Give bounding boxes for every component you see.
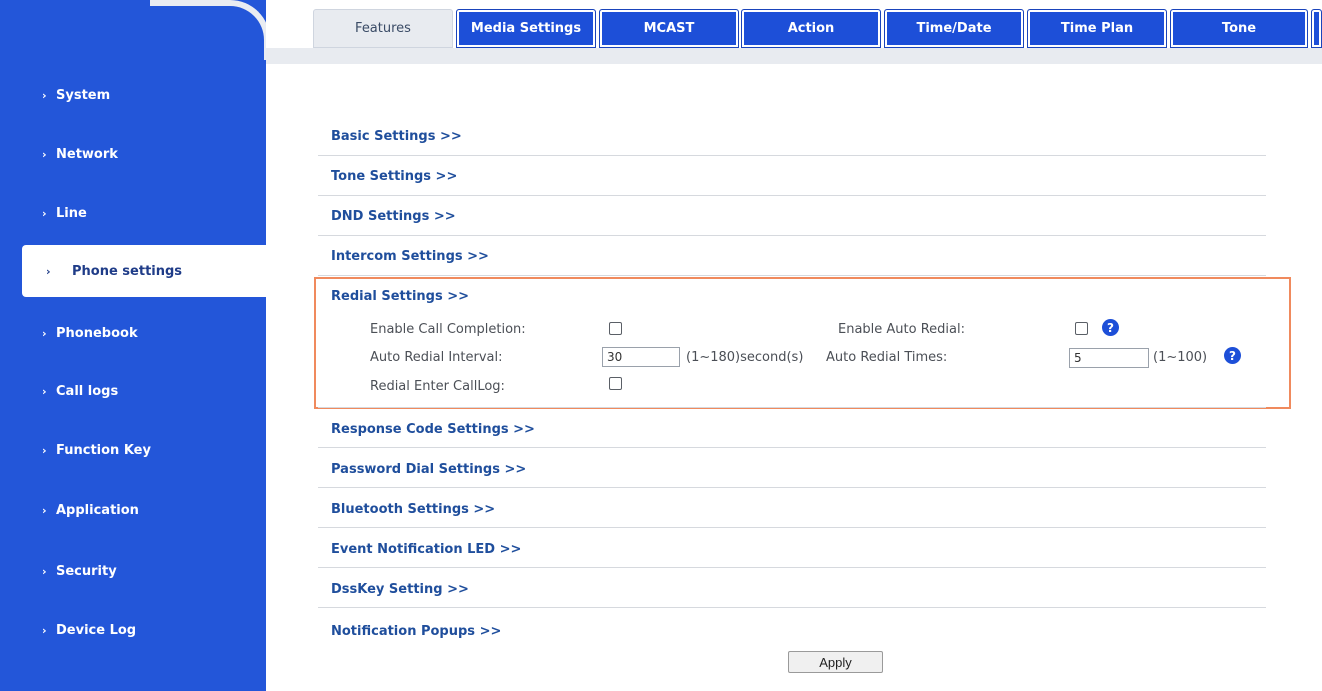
sidebar-item-label: Device Log	[56, 622, 137, 638]
help-icon[interactable]: ?	[1224, 347, 1241, 364]
chevron-right-icon: ›	[42, 147, 47, 161]
divider	[318, 195, 1266, 196]
sidebar-item-line[interactable]: › Line	[0, 187, 266, 239]
auto-redial-interval-label: Auto Redial Interval:	[370, 350, 503, 365]
enable-auto-redial-checkbox[interactable]	[1075, 322, 1088, 335]
chevron-right-icon: ›	[42, 326, 47, 340]
divider	[318, 407, 1266, 408]
sidebar-item-label: Security	[56, 563, 117, 579]
chevron-right-icon: ›	[42, 88, 47, 102]
sidebar-item-call-logs[interactable]: › Call logs	[0, 365, 266, 417]
chevron-right-icon: ›	[42, 623, 47, 637]
divider	[318, 447, 1266, 448]
tab-media-settings[interactable]: Media Settings	[456, 9, 596, 48]
divider	[318, 527, 1266, 528]
divider	[318, 607, 1266, 608]
tone-settings-link[interactable]: Tone Settings >>	[331, 169, 457, 184]
sidebar-item-label: Call logs	[56, 383, 119, 399]
sidebar-item-label: Line	[56, 205, 87, 221]
auto-redial-times-label: Auto Redial Times:	[826, 350, 948, 365]
help-icon[interactable]: ?	[1102, 319, 1119, 336]
sidebar-item-phonebook[interactable]: › Phonebook	[0, 307, 266, 359]
sidebar-item-label: System	[56, 87, 111, 103]
tab-overflow[interactable]	[1311, 9, 1322, 48]
chevron-right-icon: ›	[42, 384, 47, 398]
password-dial-settings-link[interactable]: Password Dial Settings >>	[331, 462, 526, 477]
bluetooth-settings-link[interactable]: Bluetooth Settings >>	[331, 502, 495, 517]
enable-auto-redial-label: Enable Auto Redial:	[838, 322, 965, 337]
redial-settings-link[interactable]: Redial Settings >>	[331, 289, 469, 304]
dsskey-setting-link[interactable]: DssKey Setting >>	[331, 582, 469, 597]
sidebar-item-label: Phonebook	[56, 325, 138, 341]
tab-time-plan[interactable]: Time Plan	[1027, 9, 1167, 48]
sidebar-item-label: Phone settings	[72, 263, 183, 279]
auto-redial-interval-range: (1~180)second(s)	[686, 350, 804, 365]
chevron-right-icon: ›	[42, 443, 47, 457]
sidebar-item-system[interactable]: › System	[0, 69, 266, 121]
divider	[318, 235, 1266, 236]
sidebar-item-function-key[interactable]: › Function Key	[0, 424, 266, 476]
intercom-settings-link[interactable]: Intercom Settings >>	[331, 249, 489, 264]
chevron-right-icon: ›	[42, 206, 47, 220]
basic-settings-link[interactable]: Basic Settings >>	[331, 129, 462, 144]
dnd-settings-link[interactable]: DND Settings >>	[331, 209, 456, 224]
sidebar-corner-decoration	[150, 0, 270, 60]
sidebar-item-security[interactable]: › Security	[0, 545, 266, 597]
chevron-right-icon: ›	[42, 503, 47, 517]
tab-features[interactable]: Features	[313, 9, 453, 48]
divider	[318, 275, 1266, 276]
redial-enter-calllog-checkbox[interactable]	[609, 377, 622, 390]
sidebar-item-label: Function Key	[56, 442, 151, 458]
chevron-right-icon: ›	[46, 264, 51, 278]
sidebar-item-application[interactable]: › Application	[0, 484, 266, 536]
divider	[318, 567, 1266, 568]
auto-redial-times-input[interactable]	[1069, 348, 1149, 368]
enable-call-completion-label: Enable Call Completion:	[370, 322, 526, 337]
enable-call-completion-checkbox[interactable]	[609, 322, 622, 335]
redial-enter-calllog-label: Redial Enter CallLog:	[370, 379, 505, 394]
sidebar-item-network[interactable]: › Network	[0, 128, 266, 180]
tab-time-date[interactable]: Time/Date	[884, 9, 1024, 48]
tab-mcast[interactable]: MCAST	[599, 9, 739, 48]
notification-popups-link[interactable]: Notification Popups >>	[331, 624, 501, 639]
tab-tone[interactable]: Tone	[1170, 9, 1308, 48]
tab-bar-strip	[266, 48, 1322, 64]
sidebar-item-device-log[interactable]: › Device Log	[0, 604, 266, 656]
auto-redial-interval-input[interactable]	[602, 347, 680, 367]
tab-action[interactable]: Action	[741, 9, 881, 48]
divider	[318, 487, 1266, 488]
event-notification-led-link[interactable]: Event Notification LED >>	[331, 542, 521, 557]
sidebar-item-label: Application	[56, 502, 139, 518]
auto-redial-times-range: (1~100)	[1153, 350, 1208, 365]
chevron-right-icon: ›	[42, 564, 47, 578]
sidebar-item-phone-settings[interactable]: › Phone settings	[22, 245, 266, 297]
response-code-settings-link[interactable]: Response Code Settings >>	[331, 422, 535, 437]
apply-button[interactable]: Apply	[788, 651, 883, 673]
sidebar-item-label: Network	[56, 146, 118, 162]
divider	[318, 155, 1266, 156]
